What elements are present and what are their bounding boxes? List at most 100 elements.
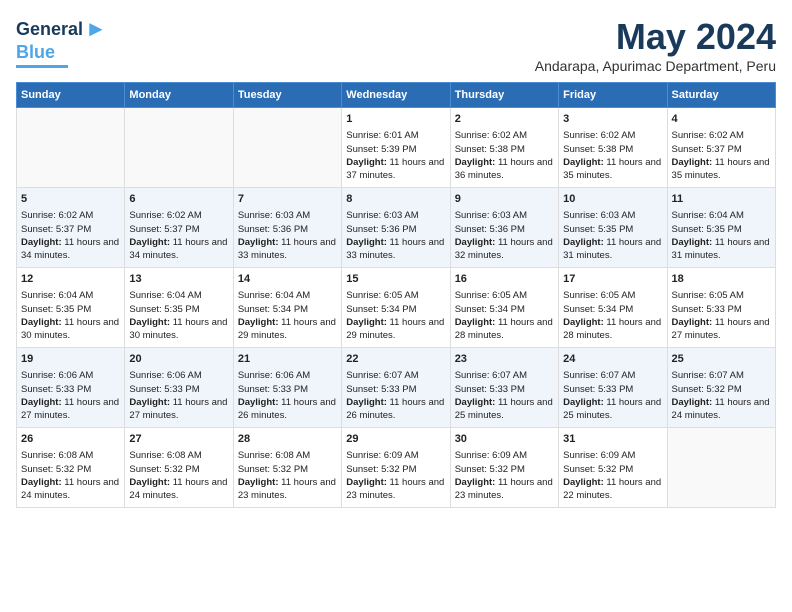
col-sunday: Sunday	[17, 83, 125, 108]
day-info-line: Sunset: 5:36 PM	[346, 223, 445, 236]
calendar-day-cell: 5Sunrise: 6:02 AMSunset: 5:37 PMDaylight…	[17, 188, 125, 268]
day-number: 11	[672, 192, 771, 207]
calendar-day-cell: 6Sunrise: 6:02 AMSunset: 5:37 PMDaylight…	[125, 188, 233, 268]
day-info-line: Sunset: 5:33 PM	[238, 383, 337, 396]
day-info-line: Sunrise: 6:03 AM	[238, 209, 337, 222]
day-number: 1	[346, 112, 445, 127]
title-section: May 2024 Andarapa, Apurimac Department, …	[535, 16, 776, 74]
day-info-line: Sunset: 5:33 PM	[672, 303, 771, 316]
logo-general: General	[16, 19, 83, 40]
calendar-day-cell: 25Sunrise: 6:07 AMSunset: 5:32 PMDayligh…	[667, 348, 775, 428]
day-info-line: Sunset: 5:33 PM	[455, 383, 554, 396]
day-info-line: Sunset: 5:35 PM	[129, 303, 228, 316]
day-info-line: Sunrise: 6:02 AM	[563, 129, 662, 142]
col-monday: Monday	[125, 83, 233, 108]
day-info-line: Sunset: 5:37 PM	[21, 223, 120, 236]
day-info-line: Sunset: 5:34 PM	[346, 303, 445, 316]
calendar-day-cell: 11 Sunrise: 6:04 AMSunset: 5:35 PMDayligh…	[667, 188, 775, 268]
day-info-line: Sunrise: 6:04 AM	[238, 289, 337, 302]
day-info-line: Daylight: 11 hours and 24 minutes.	[21, 476, 120, 503]
day-number: 18	[672, 272, 771, 287]
day-info-line: Sunset: 5:32 PM	[672, 383, 771, 396]
day-info-line: Sunrise: 6:09 AM	[455, 449, 554, 462]
day-number: 20	[129, 352, 228, 367]
day-info-line: Sunset: 5:34 PM	[563, 303, 662, 316]
day-info-line: Daylight: 11 hours and 34 minutes.	[129, 236, 228, 263]
day-info-line: Sunrise: 6:09 AM	[346, 449, 445, 462]
calendar-day-cell	[17, 108, 125, 188]
calendar-week-row: 5Sunrise: 6:02 AMSunset: 5:37 PMDaylight…	[17, 188, 776, 268]
day-info-line: Sunrise: 6:04 AM	[129, 289, 228, 302]
calendar-header-row: Sunday Monday Tuesday Wednesday Thursday…	[17, 83, 776, 108]
logo-blue-text: Blue	[16, 42, 55, 63]
header: General ► Blue May 2024 Andarapa, Apurim…	[16, 16, 776, 74]
day-number: 24	[563, 352, 662, 367]
calendar-day-cell: 12Sunrise: 6:04 AMSunset: 5:35 PMDayligh…	[17, 268, 125, 348]
logo: General ► Blue	[16, 16, 107, 68]
month-year: May 2024	[535, 16, 776, 58]
day-number: 25	[672, 352, 771, 367]
day-number: 28	[238, 432, 337, 447]
calendar-day-cell	[233, 108, 341, 188]
calendar-day-cell: 1Sunrise: 6:01 AMSunset: 5:39 PMDaylight…	[342, 108, 450, 188]
day-number: 17	[563, 272, 662, 287]
calendar-day-cell: 30Sunrise: 6:09 AMSunset: 5:32 PMDayligh…	[450, 428, 558, 508]
col-saturday: Saturday	[667, 83, 775, 108]
day-info-line: Daylight: 11 hours and 31 minutes.	[672, 236, 771, 263]
day-number: 23	[455, 352, 554, 367]
day-info-line: Sunset: 5:35 PM	[21, 303, 120, 316]
day-info-line: Sunset: 5:32 PM	[129, 463, 228, 476]
day-info-line: Sunset: 5:36 PM	[238, 223, 337, 236]
calendar-week-row: 12Sunrise: 6:04 AMSunset: 5:35 PMDayligh…	[17, 268, 776, 348]
day-info-line: Daylight: 11 hours and 34 minutes.	[21, 236, 120, 263]
col-tuesday: Tuesday	[233, 83, 341, 108]
day-number: 22	[346, 352, 445, 367]
day-info-line: Sunset: 5:33 PM	[563, 383, 662, 396]
day-info-line: Sunrise: 6:05 AM	[346, 289, 445, 302]
day-info-line: Sunset: 5:32 PM	[563, 463, 662, 476]
day-info-line: Daylight: 11 hours and 25 minutes.	[563, 396, 662, 423]
day-info-line: Daylight: 11 hours and 35 minutes.	[563, 156, 662, 183]
day-info-line: Daylight: 11 hours and 23 minutes.	[346, 476, 445, 503]
day-info-line: Sunset: 5:35 PM	[672, 223, 771, 236]
day-info-line: Sunrise: 6:05 AM	[455, 289, 554, 302]
day-info-line: Sunrise: 6:02 AM	[455, 129, 554, 142]
calendar-day-cell: 27Sunrise: 6:08 AMSunset: 5:32 PMDayligh…	[125, 428, 233, 508]
day-number: 15	[346, 272, 445, 287]
day-info-line: Sunrise: 6:04 AM	[21, 289, 120, 302]
day-info-line: Sunset: 5:37 PM	[672, 143, 771, 156]
day-info-line: Sunset: 5:33 PM	[129, 383, 228, 396]
day-info-line: Sunrise: 6:02 AM	[129, 209, 228, 222]
day-info-line: Sunset: 5:34 PM	[455, 303, 554, 316]
calendar-day-cell: 19Sunrise: 6:06 AMSunset: 5:33 PMDayligh…	[17, 348, 125, 428]
day-info-line: Sunrise: 6:03 AM	[563, 209, 662, 222]
day-info-line: Sunrise: 6:03 AM	[455, 209, 554, 222]
day-info-line: Sunrise: 6:06 AM	[238, 369, 337, 382]
day-info-line: Sunrise: 6:07 AM	[672, 369, 771, 382]
day-number: 2	[455, 112, 554, 127]
day-info-line: Sunset: 5:39 PM	[346, 143, 445, 156]
day-info-line: Sunrise: 6:04 AM	[672, 209, 771, 222]
day-number: 16	[455, 272, 554, 287]
day-info-line: Daylight: 11 hours and 27 minutes.	[129, 396, 228, 423]
calendar-day-cell: 9Sunrise: 6:03 AMSunset: 5:36 PMDaylight…	[450, 188, 558, 268]
day-info-line: Daylight: 11 hours and 27 minutes.	[21, 396, 120, 423]
day-info-line: Daylight: 11 hours and 33 minutes.	[346, 236, 445, 263]
day-info-line: Daylight: 11 hours and 37 minutes.	[346, 156, 445, 183]
calendar-day-cell: 10Sunrise: 6:03 AMSunset: 5:35 PMDayligh…	[559, 188, 667, 268]
logo-arrow-icon: ►	[85, 16, 107, 42]
calendar-week-row: 26Sunrise: 6:08 AMSunset: 5:32 PMDayligh…	[17, 428, 776, 508]
day-info-line: Sunrise: 6:06 AM	[21, 369, 120, 382]
day-info-line: Sunrise: 6:05 AM	[672, 289, 771, 302]
col-thursday: Thursday	[450, 83, 558, 108]
day-number: 21	[238, 352, 337, 367]
day-info-line: Daylight: 11 hours and 35 minutes.	[672, 156, 771, 183]
calendar-week-row: 19Sunrise: 6:06 AMSunset: 5:33 PMDayligh…	[17, 348, 776, 428]
calendar-week-row: 1Sunrise: 6:01 AMSunset: 5:39 PMDaylight…	[17, 108, 776, 188]
day-info-line: Sunrise: 6:06 AM	[129, 369, 228, 382]
calendar-day-cell	[125, 108, 233, 188]
day-number: 27	[129, 432, 228, 447]
day-info-line: Daylight: 11 hours and 29 minutes.	[346, 316, 445, 343]
calendar-day-cell: 13Sunrise: 6:04 AMSunset: 5:35 PMDayligh…	[125, 268, 233, 348]
day-info-line: Daylight: 11 hours and 30 minutes.	[129, 316, 228, 343]
